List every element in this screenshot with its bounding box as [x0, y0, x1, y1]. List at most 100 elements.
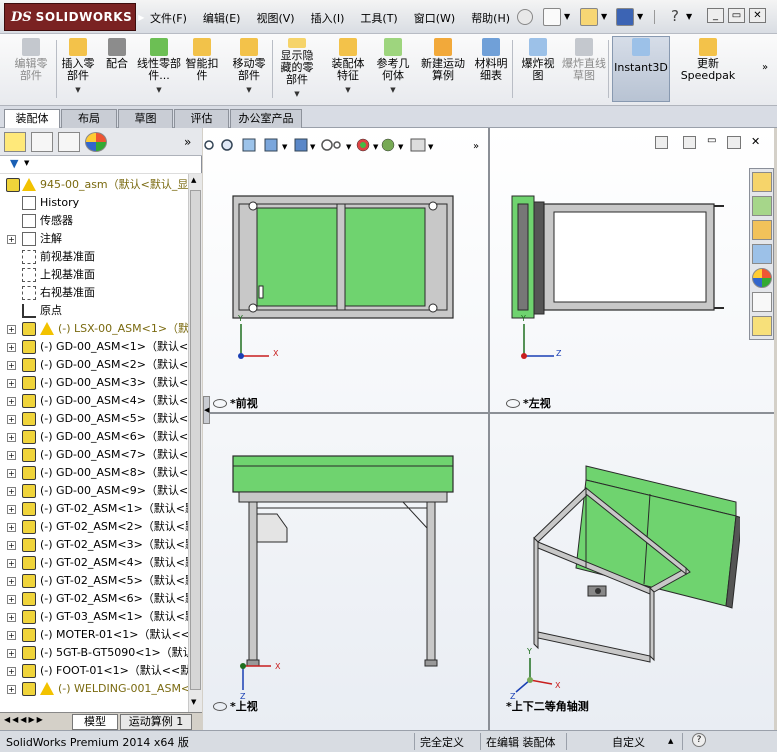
tree-item[interactable]: 原点 — [0, 302, 188, 320]
solidworks-resources-icon[interactable] — [752, 172, 772, 192]
tree-item[interactable]: + 注解 — [0, 230, 188, 248]
ribbon-dropdown-icon[interactable]: ▼ — [345, 84, 350, 96]
open-folder-icon[interactable] — [580, 8, 598, 26]
tree-item[interactable]: + (-) WELDING-001_ASM<1> — [0, 680, 188, 698]
split-views-icon[interactable] — [683, 136, 696, 149]
ribbon-button-5[interactable]: 移动零部件 ▼ — [228, 38, 270, 100]
expand-toggle-icon[interactable]: + — [7, 379, 16, 388]
ribbon-dropdown-icon[interactable]: ▼ — [75, 84, 80, 96]
ribbon-button-1[interactable]: 插入零部件 ▼ — [58, 38, 98, 100]
front-view-model[interactable] — [203, 158, 487, 388]
tree-item[interactable]: + (-) GT-02_ASM<5>（默认<默 — [0, 572, 188, 590]
top-view-model[interactable] — [203, 418, 487, 708]
tree-item[interactable]: 传感器 — [0, 212, 188, 230]
help-dropdown-icon[interactable]: ▼ — [686, 12, 692, 21]
menu-item-1[interactable]: 编辑(E) — [195, 8, 249, 28]
ribbon-button-2[interactable]: 配合 — [104, 38, 130, 100]
viewport-minimize-button[interactable]: ▭ — [707, 136, 721, 149]
close-button[interactable]: ✕ — [749, 8, 766, 23]
expand-toggle-icon[interactable]: + — [7, 235, 16, 244]
options-pin-icon[interactable] — [517, 9, 533, 25]
restore-button[interactable]: ▭ — [728, 8, 745, 23]
scroll-up-icon[interactable]: ▲ — [191, 176, 196, 184]
tab-2[interactable]: 草图 — [118, 109, 173, 128]
pane-expand-icon[interactable]: » — [184, 135, 191, 149]
scroll-down-icon[interactable]: ▼ — [191, 698, 196, 706]
configuration-manager-icon[interactable] — [58, 132, 80, 152]
ribbon-dropdown-icon[interactable]: ▼ — [390, 84, 395, 96]
new-dropdown-icon[interactable]: ▼ — [564, 12, 570, 21]
tab-3[interactable]: 评估 — [174, 109, 229, 128]
menu-item-3[interactable]: 插入(I) — [303, 8, 353, 28]
tree-item[interactable]: + (-) GD-00_ASM<8>（默认<默 — [0, 464, 188, 482]
ribbon-more-icon[interactable]: » — [762, 62, 768, 73]
tree-scrollbar[interactable]: ▲ ▼ — [188, 174, 202, 712]
filter-dropdown-icon[interactable]: ▼ — [24, 159, 29, 167]
design-library-icon[interactable] — [752, 196, 772, 216]
ribbon-button-10[interactable]: 材料明细表 — [471, 38, 511, 100]
expand-toggle-icon[interactable]: + — [7, 649, 16, 658]
viewport-close-button[interactable]: ✕ — [751, 135, 760, 148]
tree-item[interactable]: + (-) GD-00_ASM<7>（默认<默 — [0, 446, 188, 464]
scroll-thumb[interactable] — [190, 190, 201, 690]
expand-toggle-icon[interactable]: + — [7, 343, 16, 352]
expand-toggle-icon[interactable]: + — [7, 397, 16, 406]
tree-item[interactable]: 前视基准面 — [0, 248, 188, 266]
status-units[interactable]: 自定义 — [612, 734, 645, 750]
units-dropdown-icon[interactable]: ▲ — [668, 737, 673, 745]
tree-item[interactable]: + (-) GD-00_ASM<5>（默认<默 — [0, 410, 188, 428]
help-question-icon[interactable]: ? — [692, 733, 706, 747]
save-icon[interactable] — [616, 8, 634, 26]
menu-item-4[interactable]: 工具(T) — [352, 8, 405, 28]
tree-item[interactable]: + (-) GT-02_ASM<1>（默认<默 — [0, 500, 188, 518]
ribbon-button-12[interactable]: 爆炸直线草图 — [562, 38, 606, 100]
appearances-icon[interactable] — [752, 268, 772, 288]
tree-item[interactable]: + (-) GT-03_ASM<1>（默认<默 — [0, 608, 188, 626]
tab-1[interactable]: 布局 — [61, 109, 117, 128]
expand-toggle-icon[interactable]: + — [7, 595, 16, 604]
menu-item-0[interactable]: 文件(F) — [142, 8, 195, 28]
tree-item[interactable]: + (-) GD-00_ASM<4>（默认<默 — [0, 392, 188, 410]
menu-item-5[interactable]: 窗口(W) — [406, 8, 463, 28]
tree-item[interactable]: 右视基准面 — [0, 284, 188, 302]
property-manager-icon[interactable] — [31, 132, 53, 152]
help-icon[interactable]: ? — [671, 7, 679, 25]
tree-filter[interactable]: ▼ ▼ — [0, 156, 202, 174]
expand-toggle-icon[interactable]: + — [7, 505, 16, 514]
menu-item-2[interactable]: 视图(V) — [248, 8, 302, 28]
expand-toggle-icon[interactable]: + — [7, 487, 16, 496]
ribbon-button-13[interactable]: Instant3D — [612, 38, 670, 100]
tree-item[interactable]: + (-) FOOT-01<1>（默认<<默 — [0, 662, 188, 680]
tree-item[interactable]: 上视基准面 — [0, 266, 188, 284]
expand-toggle-icon[interactable]: + — [7, 559, 16, 568]
expand-toggle-icon[interactable]: + — [7, 325, 16, 334]
expand-toggle-icon[interactable]: + — [7, 361, 16, 370]
iso-view-model[interactable] — [490, 418, 740, 708]
view-toolbar-icons[interactable]: ▼ ▼ ▼ ▼ ▼ ▼ » — [203, 134, 487, 156]
viewport-restore-button[interactable] — [727, 136, 741, 149]
ribbon-button-4[interactable]: 智能扣件 — [184, 38, 220, 100]
ribbon-button-3[interactable]: 线性零部件... ▼ — [137, 38, 181, 100]
ribbon-dropdown-icon[interactable]: ▼ — [294, 88, 299, 100]
open-dropdown-icon[interactable]: ▼ — [601, 12, 607, 21]
tree-item[interactable]: + (-) 5GT-B-GT5090<1>（默认< — [0, 644, 188, 662]
tab-4[interactable]: 办公室产品 — [230, 109, 302, 128]
expand-toggle-icon[interactable]: + — [7, 613, 16, 622]
tab-motion-study[interactable]: 运动算例 1 — [120, 714, 192, 730]
tree-item[interactable]: + (-) GD-00_ASM<3>（默认<默 — [0, 374, 188, 392]
tree-item[interactable]: + (-) GD-00_ASM<1>（默认<默 — [0, 338, 188, 356]
viewport-horizontal-divider[interactable] — [203, 412, 774, 414]
expand-toggle-icon[interactable]: + — [7, 451, 16, 460]
menu-item-6[interactable]: 帮助(H) — [463, 8, 518, 28]
expand-toggle-icon[interactable]: + — [7, 667, 16, 676]
expand-toggle-icon[interactable]: + — [7, 541, 16, 550]
tab-model[interactable]: 模型 — [72, 714, 118, 730]
solidworks-forum-icon[interactable] — [752, 316, 772, 336]
ribbon-button-9[interactable]: 新建运动算例 — [420, 38, 466, 100]
filter-icon[interactable]: ▼ — [10, 157, 18, 170]
tree-item[interactable]: + (-) MOTER-01<1>（默认<<默 — [0, 626, 188, 644]
custom-properties-icon[interactable] — [752, 292, 772, 312]
expand-toggle-icon[interactable]: + — [7, 523, 16, 532]
display-manager-icon[interactable] — [85, 132, 107, 152]
link-views-icon[interactable] — [655, 136, 668, 149]
